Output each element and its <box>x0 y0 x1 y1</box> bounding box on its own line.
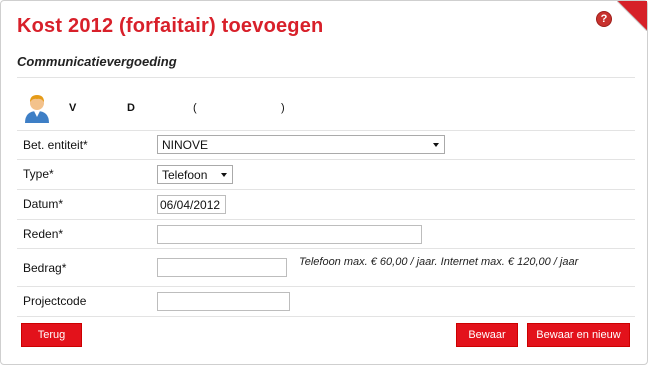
type-select-value: Telefoon <box>162 168 208 182</box>
page-corner-icon <box>617 1 647 31</box>
back-button[interactable]: Terug <box>21 323 82 347</box>
project-label: Projectcode <box>23 294 87 308</box>
save-button[interactable]: Bewaar <box>456 323 518 347</box>
dialog-title: Kost 2012 (forfaitair) toevoegen <box>17 15 324 37</box>
divider <box>17 286 635 287</box>
divider <box>17 130 635 131</box>
person-first-name: V <box>69 102 77 114</box>
section-title: Communicatievergoeding <box>17 54 177 69</box>
entity-select[interactable]: NINOVE <box>157 135 445 154</box>
reason-label: Reden* <box>23 227 64 241</box>
person-last-name: D <box>127 102 135 114</box>
entity-label: Bet. entiteit* <box>23 138 88 152</box>
divider <box>17 159 635 160</box>
reason-field[interactable] <box>157 225 422 244</box>
divider <box>17 189 635 190</box>
person-paren-close: ) <box>281 102 285 114</box>
type-select[interactable]: Telefoon <box>157 165 233 184</box>
project-field[interactable] <box>157 292 290 311</box>
amount-field[interactable] <box>157 258 287 277</box>
person-paren-open: ( <box>193 102 197 114</box>
divider <box>17 248 635 249</box>
divider <box>17 219 635 220</box>
divider <box>17 77 635 78</box>
date-field[interactable]: 06/04/2012 <box>157 195 226 214</box>
chevron-down-icon <box>221 173 227 177</box>
chevron-down-icon <box>433 143 439 147</box>
amount-label: Bedrag* <box>23 261 67 275</box>
date-label: Datum* <box>23 197 64 211</box>
save-and-new-button[interactable]: Bewaar en nieuw <box>527 323 630 347</box>
divider <box>17 316 635 317</box>
entity-select-value: NINOVE <box>162 138 209 152</box>
amount-hint: Telefoon max. € 60,00 / jaar. Internet m… <box>299 256 579 268</box>
user-icon <box>25 95 49 123</box>
dialog: Kost 2012 (forfaitair) toevoegen ? Commu… <box>0 0 648 365</box>
type-label: Type* <box>23 167 54 181</box>
date-field-value: 06/04/2012 <box>160 198 221 212</box>
help-icon[interactable]: ? <box>597 12 611 26</box>
